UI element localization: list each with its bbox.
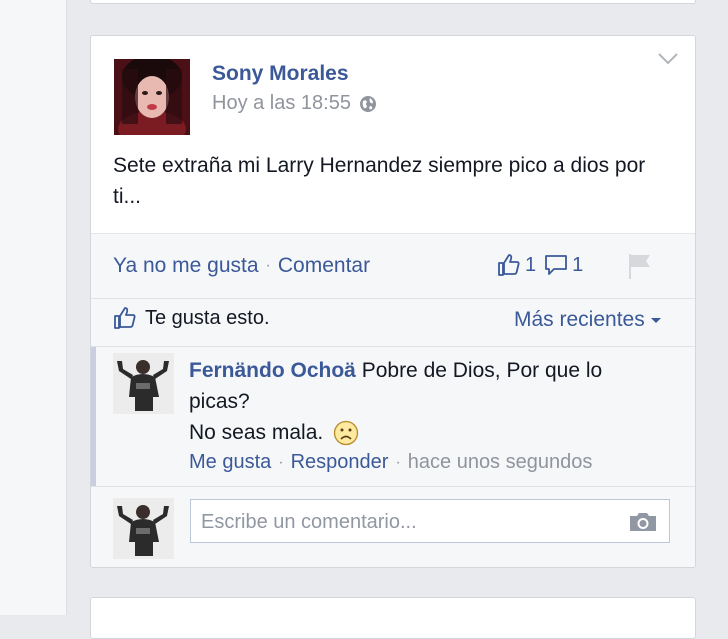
unlike-link[interactable]: Ya no me gusta [113,254,259,278]
comment-link[interactable]: Comentar [278,254,370,278]
post-timestamp[interactable]: Hoy a las 18:55 [212,92,351,115]
thumbs-up-icon[interactable] [497,253,521,277]
commenter-avatar[interactable] [113,353,174,414]
feedback-counts: 1 1 [497,253,591,277]
comment-text-line2: No seas mala. [189,421,324,444]
comment-sort-dropdown[interactable]: Más recientes [514,308,661,332]
likes-summary: Te gusta esto. [113,306,270,330]
author-avatar[interactable] [114,59,190,135]
likes-text: Te gusta esto. [145,306,270,329]
post-actions: Ya no me gusta · Comentar [113,254,370,278]
like-count[interactable]: 1 [525,254,536,277]
previous-story-card [90,0,696,4]
next-story-card [90,597,696,639]
sort-label[interactable]: Más recientes [514,308,645,332]
feedback-section: Ya no me gusta · Comentar 1 1 Te gusta e… [91,233,695,567]
current-user-avatar [113,498,174,559]
post-meta: Hoy a las 18:55 [212,92,377,115]
caret-down-icon[interactable] [650,317,661,323]
comment-input[interactable]: Escribe un comentario... [190,499,670,543]
commenter-name[interactable]: Fernändo Ochoä [189,359,356,382]
comment-body: Fernändo Ochoä Pobre de Dios, Por que lo… [189,355,659,448]
comment-bubble-icon[interactable] [544,253,568,277]
chevron-down-icon[interactable] [657,52,679,66]
comment-time[interactable]: hace unos segundos [408,451,593,474]
post-text: Sete extraña mi Larry Hernandez siempre … [113,154,646,208]
comment-count[interactable]: 1 [572,254,583,277]
camera-icon[interactable] [628,511,658,533]
divider [91,486,695,487]
comment-actions: Me gusta · Responder · hace unos segundo… [189,451,592,474]
author-name[interactable]: Sony Morales [212,62,349,86]
comment-item: Fernändo Ochoä Pobre de Dios, Por que lo… [91,347,695,486]
comment-reply-link[interactable]: Responder [291,451,389,474]
post-card: Sony Morales Hoy a las 18:55 Sete extrañ… [90,35,696,568]
frown-icon [333,421,359,446]
left-sidebar [0,0,67,615]
comment-input-placeholder: Escribe un comentario... [201,511,417,533]
separator-dot: · [395,453,401,471]
globe-icon[interactable] [359,95,377,113]
divider [91,298,695,299]
flag-icon[interactable] [627,252,653,280]
thumbs-up-icon [114,307,136,329]
comment-like-link[interactable]: Me gusta [189,451,271,474]
separator-dot: · [278,453,284,471]
separator-dot: · [265,257,271,274]
new-comment-indicator [91,347,96,486]
